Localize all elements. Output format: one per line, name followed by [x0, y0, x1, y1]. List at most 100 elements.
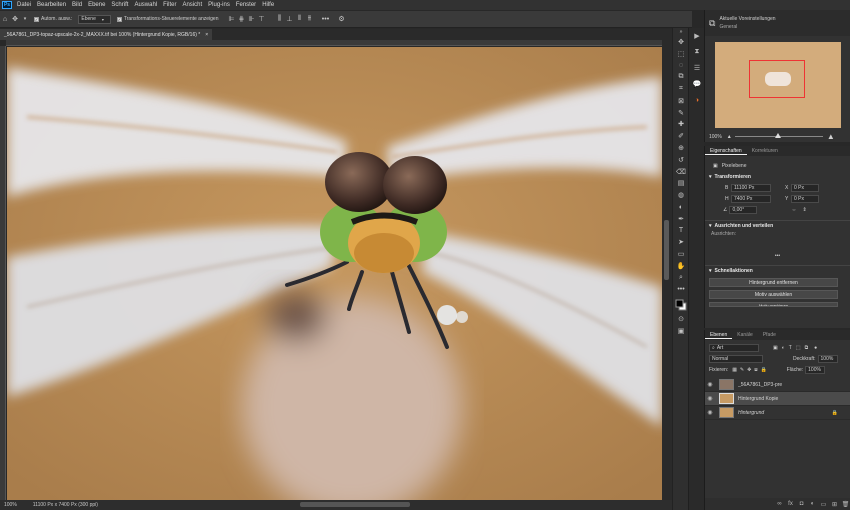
eraser-tool-icon[interactable]: ⌫	[673, 166, 689, 178]
tab-layers[interactable]: Ebenen	[705, 332, 733, 339]
tab-channels[interactable]: Kanäle	[732, 332, 758, 338]
lock-position-icon[interactable]: ✥	[747, 367, 751, 373]
menu-filter[interactable]: Filter	[160, 2, 179, 8]
close-tab-icon[interactable]: ×	[205, 32, 208, 38]
navigator-zoom-slider[interactable]	[734, 133, 823, 138]
y-field[interactable]: 0 Px	[791, 195, 819, 203]
collapse-toolbar-icon[interactable]: »	[673, 28, 689, 36]
menu-datei[interactable]: Datei	[14, 2, 34, 8]
filter-smart-icon[interactable]: ⧉	[805, 345, 809, 351]
zoom-in-icon[interactable]: ▲	[827, 132, 835, 141]
menu-plugins[interactable]: Plug-ins	[205, 2, 233, 8]
menu-bild[interactable]: Bild	[69, 2, 85, 8]
navigator-zoom-value[interactable]: 100%	[709, 134, 722, 140]
delete-layer-icon[interactable]: 🗑	[840, 501, 850, 508]
status-zoom[interactable]: 100%	[4, 502, 17, 508]
more-options-icon[interactable]: •••	[320, 14, 330, 24]
link-layers-icon[interactable]: ∞	[774, 501, 785, 507]
vertical-ruler[interactable]	[0, 46, 6, 500]
clone-stamp-tool-icon[interactable]: ⊕	[673, 142, 689, 154]
more-tools-icon[interactable]: •••	[673, 284, 689, 296]
remove-background-button[interactable]: Hintergrund entfernen	[709, 278, 838, 287]
horizontal-scrollbar[interactable]	[300, 502, 410, 507]
layer-row[interactable]: ◉ Hintergrund 🔒	[705, 406, 850, 420]
settings-gear-icon[interactable]: ⚙	[336, 14, 346, 24]
transform-controls-option[interactable]: ✓ Transformations-Steuerelemente anzeige…	[116, 16, 218, 22]
align-more[interactable]: •••	[705, 253, 850, 259]
menu-ebene[interactable]: Ebene	[85, 2, 108, 8]
new-layer-icon[interactable]: ⊞	[829, 501, 840, 508]
align-section-header[interactable]: ▾ Ausrichten und verteilen	[705, 221, 850, 231]
frame-tool-icon[interactable]: ⊠	[673, 95, 689, 107]
app-logo[interactable]: Ps	[2, 1, 12, 9]
object-select-tool-icon[interactable]: ⧉	[673, 71, 689, 83]
layer-filter-dropdown[interactable]: ⌕ Art	[709, 344, 759, 352]
adjustment-layer-icon[interactable]: ◐	[807, 501, 818, 507]
layer-row[interactable]: ◉ _56A7861_DP3-pre	[705, 378, 850, 392]
lasso-tool-icon[interactable]: ◌	[673, 60, 689, 72]
layer-style-icon[interactable]: fx	[785, 501, 796, 507]
align-left-icon[interactable]: ⊫	[226, 14, 236, 24]
auto-select-target-dropdown[interactable]: Ebene ▾	[78, 14, 111, 24]
foreground-background-color-icon[interactable]	[673, 296, 689, 314]
width-field[interactable]: 11100 Px	[731, 184, 771, 192]
eye-icon[interactable]: ◉	[705, 381, 715, 388]
screen-mode-icon[interactable]: ▣	[673, 325, 689, 337]
chevron-down-icon[interactable]: ▾	[20, 14, 30, 24]
dodge-tool-icon[interactable]: ◐	[673, 201, 689, 213]
menu-fenster[interactable]: Fenster	[233, 2, 259, 8]
crop-tool-icon[interactable]: ⌗	[673, 83, 689, 95]
x-field[interactable]: 0 Px	[791, 184, 819, 192]
color-panel-icon[interactable]: ◑	[689, 92, 705, 108]
angle-field[interactable]: 0,00°	[729, 206, 758, 214]
filter-type-icon[interactable]: T	[789, 345, 792, 351]
document-canvas[interactable]	[7, 47, 662, 500]
mask-subject-button[interactable]: Motiv maskieren	[709, 302, 838, 307]
distribute-left-icon[interactable]: ⫴	[294, 14, 304, 24]
comments-panel-icon[interactable]: 💬	[689, 76, 705, 92]
move-tool-icon[interactable]: ✥	[10, 14, 20, 24]
move-tool-icon[interactable]: ✥	[673, 36, 689, 48]
history-panel-icon[interactable]: ⧗	[689, 44, 705, 60]
filter-toggle-icon[interactable]: ●	[814, 345, 817, 351]
filter-pixel-icon[interactable]: ▣	[773, 345, 778, 351]
hand-tool-icon[interactable]: ✋	[673, 260, 689, 272]
path-select-tool-icon[interactable]: ➤	[673, 237, 689, 249]
new-group-icon[interactable]: ▭	[818, 501, 829, 508]
menu-auswahl[interactable]: Auswahl	[131, 2, 160, 8]
quick-actions-header[interactable]: ▾ Schnellaktionen	[705, 266, 850, 276]
gradient-tool-icon[interactable]: ▤	[673, 178, 689, 190]
filter-adjust-icon[interactable]: ◐	[782, 345, 785, 351]
rectangle-tool-icon[interactable]: ▭	[673, 248, 689, 260]
align-right-icon[interactable]: ⊪	[246, 14, 256, 24]
properties-panel-icon[interactable]: ☰	[689, 60, 705, 76]
select-subject-button[interactable]: Motiv auswählen	[709, 290, 838, 299]
type-tool-icon[interactable]: T	[673, 225, 689, 237]
spot-healing-tool-icon[interactable]: ✚	[673, 119, 689, 131]
blur-tool-icon[interactable]: ◍	[673, 189, 689, 201]
layer-row-selected[interactable]: ◉ Hintergrund Kopie	[705, 392, 850, 406]
blend-mode-dropdown[interactable]: Normal	[709, 355, 763, 363]
flip-horizontal-icon[interactable]: ⇔	[791, 207, 796, 213]
opacity-field[interactable]: 100%	[817, 355, 838, 363]
lock-all-icon[interactable]: 🔒	[761, 367, 767, 373]
brush-tool-icon[interactable]: ✐	[673, 130, 689, 142]
eyedropper-tool-icon[interactable]: ✎	[673, 107, 689, 119]
horizontal-ruler[interactable]	[6, 40, 662, 46]
lock-image-icon[interactable]: ✎	[740, 367, 744, 373]
marquee-tool-icon[interactable]: ⬚	[673, 48, 689, 60]
transform-section-header[interactable]: ▾ Transformieren	[705, 172, 850, 182]
height-field[interactable]: 7400 Px	[731, 195, 771, 203]
document-tab[interactable]: _56A7861_DP3-topaz-upscale-2x-2_MAXXX.ti…	[0, 29, 213, 40]
align-top-icon[interactable]: ⊤	[256, 14, 266, 24]
transform-controls-checkbox[interactable]: ✓	[116, 16, 122, 22]
eye-icon[interactable]: ◉	[705, 395, 715, 402]
align-hcenter-icon[interactable]: ⋕	[236, 14, 246, 24]
auto-select-option[interactable]: ✓ Autom. ausw.:	[34, 16, 72, 22]
align-vcenter-icon[interactable]: ⫼	[274, 14, 284, 24]
align-bottom-icon[interactable]: ⊥	[284, 14, 294, 24]
navigator-preview[interactable]	[715, 42, 841, 128]
lock-transparent-icon[interactable]: ▦	[732, 367, 737, 373]
eye-icon[interactable]: ◉	[705, 409, 715, 416]
add-mask-icon[interactable]: ◘	[796, 501, 807, 507]
